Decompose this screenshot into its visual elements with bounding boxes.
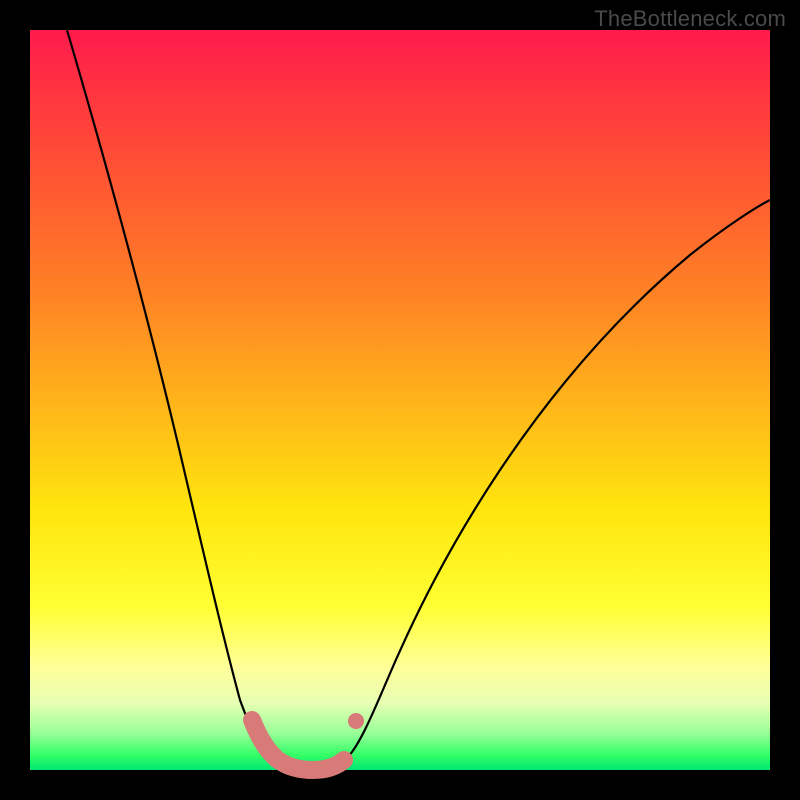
highlight-segment [252, 720, 344, 770]
watermark-text: TheBottleneck.com [594, 6, 786, 32]
chart-svg [30, 30, 770, 770]
highlight-dot [348, 713, 364, 729]
bottleneck-curve [67, 30, 770, 770]
chart-frame: TheBottleneck.com [0, 0, 800, 800]
